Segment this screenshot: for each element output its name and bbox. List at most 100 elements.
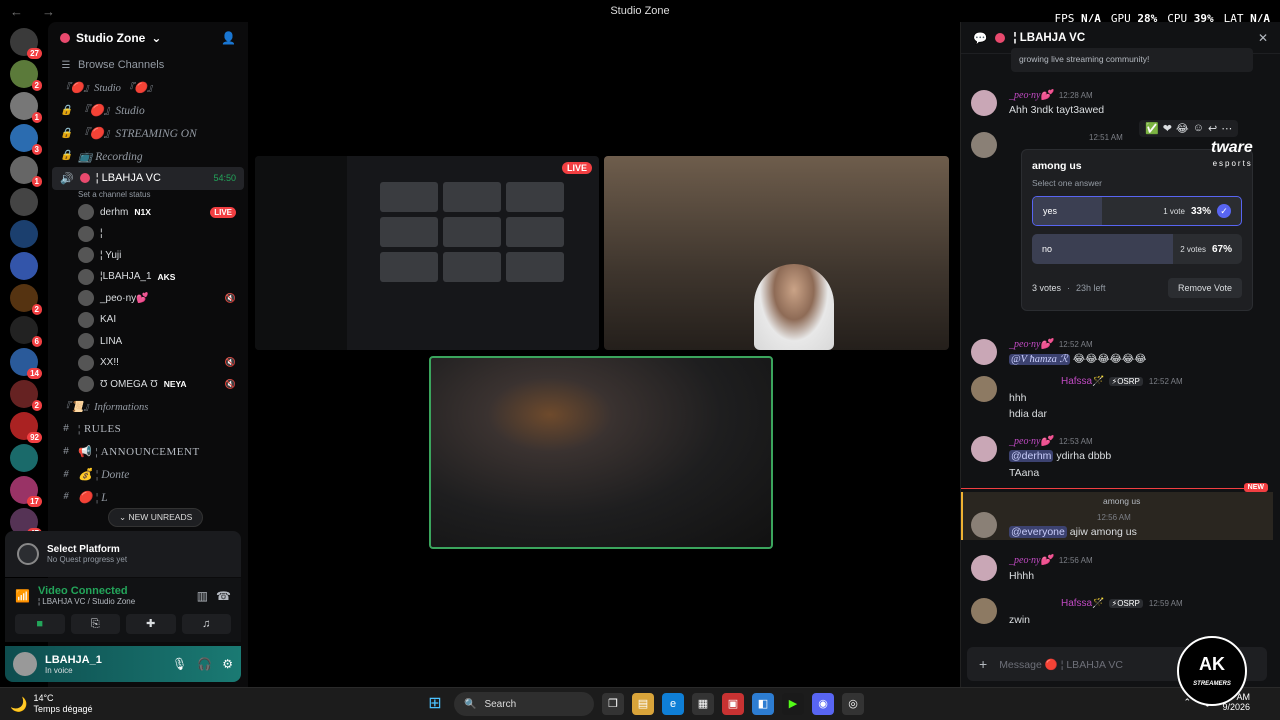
new-unreads-pill[interactable]: ⌄ NEW UNREADS [108, 508, 204, 527]
avatar[interactable] [971, 436, 997, 462]
thread-icon: 💬 [973, 32, 988, 45]
server-icon[interactable]: 14 [10, 348, 42, 379]
channel-item[interactable]: 🔒 📺 Recording [48, 144, 248, 167]
camera-tile-2[interactable] [429, 356, 773, 549]
poll-option[interactable]: yes 1 vote 33% ✓ [1032, 196, 1242, 226]
reply-preview[interactable]: among us [1103, 496, 1140, 506]
close-icon[interactable]: ✕ [1258, 31, 1268, 45]
voice-user[interactable]: ¦ Yuji [48, 245, 248, 267]
user-mention[interactable]: @derhm [1009, 450, 1054, 462]
headphones-icon[interactable]: 🎧 [197, 657, 212, 671]
avatar[interactable] [971, 339, 997, 365]
active-voice-channel[interactable]: 🔊 ¦ LBAHJA VC 54:50 [52, 166, 244, 190]
server-icon[interactable]: 17 [10, 476, 42, 507]
avatar[interactable] [13, 652, 37, 676]
task-view-icon[interactable]: ❐ [602, 693, 624, 715]
author-name[interactable]: _peo·ny💕 [1009, 555, 1053, 566]
server-icon[interactable]: 1 [10, 156, 42, 187]
avatar[interactable] [971, 376, 997, 402]
voice-user[interactable]: derhm N1X LIVE [48, 202, 248, 224]
windows-start-icon[interactable]: ⊞ [424, 693, 446, 715]
heart-reaction-icon[interactable]: ❤ [1163, 122, 1172, 135]
add-attachment-icon[interactable]: + [979, 656, 987, 672]
channel-item[interactable]: # ¦ RULES [48, 418, 248, 441]
edge-icon[interactable]: e [662, 693, 684, 715]
steam-icon[interactable]: ◎ [842, 693, 864, 715]
weather-widget[interactable]: 🌙 14°C Temps dégagé [10, 693, 92, 715]
author-name[interactable]: _peo·ny💕 [1009, 436, 1053, 447]
signal-icon[interactable]: 📶 [15, 589, 30, 603]
activities-button[interactable]: ✚ [126, 614, 176, 634]
server-icon[interactable]: 2 [10, 284, 42, 315]
voice-user[interactable]: _peo·ny💕 🔇 [48, 288, 248, 310]
app-icon[interactable]: ▣ [722, 693, 744, 715]
laugh-reaction-icon[interactable]: 😂 [1176, 122, 1189, 135]
channel-item[interactable]: # 📢 ¦ ANNOUNCEMENT [48, 440, 248, 463]
voice-location[interactable]: ¦ LBAHJA VC / Studio Zone [38, 597, 135, 606]
kick-icon[interactable]: ▶ [782, 693, 804, 715]
server-icon[interactable] [10, 220, 38, 248]
screen-share-tile[interactable]: LIVE [255, 156, 599, 350]
author-name[interactable]: Hafssa🪄 [1061, 376, 1105, 387]
microphone-icon[interactable]: 🎙 [172, 657, 187, 671]
channel-status[interactable]: Set a channel status [48, 190, 248, 202]
gear-icon[interactable]: ⚙ [222, 657, 233, 671]
voice-user[interactable]: Ʊ ОМЕGА Ʊ NEYA 🔇 [48, 374, 248, 396]
file-explorer-icon[interactable]: ▤ [632, 693, 654, 715]
screen-share-button[interactable]: ⎘ [70, 614, 120, 634]
server-icon[interactable] [10, 252, 38, 280]
server-icon[interactable]: 2 [10, 60, 42, 91]
poll-total[interactable]: 3 votes [1032, 283, 1061, 293]
server-icon[interactable]: 27 [10, 28, 42, 59]
app-icon[interactable]: ◧ [752, 693, 774, 715]
user-mention[interactable]: @V ħamza ℛ [1009, 354, 1070, 365]
channel-item[interactable]: 🔒 『🔴』Studio [48, 99, 248, 122]
channel-item[interactable]: # 💰 ¦ Donte [48, 463, 248, 486]
server-icon[interactable]: 92 [10, 412, 42, 443]
server-icon[interactable]: 3 [10, 124, 42, 155]
avatar[interactable] [971, 598, 997, 624]
voice-user[interactable]: XX!! 🔇 [48, 352, 248, 374]
server-icon[interactable] [10, 188, 38, 216]
avatar[interactable] [971, 512, 997, 538]
channel-item[interactable]: # 🔴 ¦ L [48, 485, 248, 508]
add-member-icon[interactable]: 👤 [221, 31, 236, 45]
soundboard-button[interactable]: ♫ [181, 614, 231, 634]
avatar[interactable] [971, 555, 997, 581]
browse-channels[interactable]: ☰ Browse Channels [48, 54, 248, 77]
camera-tile-1[interactable] [604, 156, 949, 350]
poll-option[interactable]: no 2 votes 67% [1032, 234, 1242, 264]
server-icon[interactable]: 1 [10, 92, 42, 123]
disconnect-icon[interactable]: ☎ [216, 589, 231, 603]
voice-user[interactable]: KAI [48, 309, 248, 331]
remove-vote-button[interactable]: Remove Vote [1167, 278, 1242, 298]
avatar[interactable] [971, 132, 997, 158]
more-icon[interactable]: ⋯ [1221, 122, 1232, 135]
taskbar-search[interactable]: 🔍 Search [454, 692, 594, 716]
author-name[interactable]: Hafssa🪄 [1061, 598, 1105, 609]
reply-icon[interactable]: ↩ [1208, 122, 1217, 135]
quest-panel[interactable]: Select Platform No Quest progress yet [5, 531, 241, 577]
channel-item[interactable]: 🔒 『🔴』STREAMING ON [48, 122, 248, 145]
server-header[interactable]: Studio Zone ⌄ 👤 [48, 22, 248, 54]
voice-user[interactable]: ¦LBAHJA_1 AKS [48, 266, 248, 288]
category-header[interactable]: 『📜』Informations [48, 395, 248, 418]
noise-suppression-icon[interactable]: ▥ [197, 589, 208, 603]
voice-user[interactable]: LINA [48, 331, 248, 353]
camera-button[interactable]: ■ [15, 614, 65, 634]
avatar[interactable] [971, 90, 997, 116]
server-icon[interactable] [10, 444, 38, 472]
author-name[interactable]: _peo·ny💕 [1009, 339, 1053, 350]
store-icon[interactable]: ▦ [692, 693, 714, 715]
shared-screen-sidebar [255, 156, 347, 350]
category-header[interactable]: 『🔴』Studio 『🔴』 [48, 77, 248, 100]
server-icon[interactable]: 6 [10, 316, 42, 347]
add-reaction-icon[interactable]: ☺ [1193, 122, 1204, 135]
participant-video [754, 264, 834, 350]
author-name[interactable]: _peo·ny💕 [1009, 90, 1053, 101]
check-reaction-icon[interactable]: ✅ [1145, 122, 1159, 135]
server-icon[interactable]: 2 [10, 380, 42, 411]
voice-user[interactable]: ¦ [48, 223, 248, 245]
discord-icon[interactable]: ◉ [812, 693, 834, 715]
everyone-mention[interactable]: @everyone [1009, 526, 1067, 538]
